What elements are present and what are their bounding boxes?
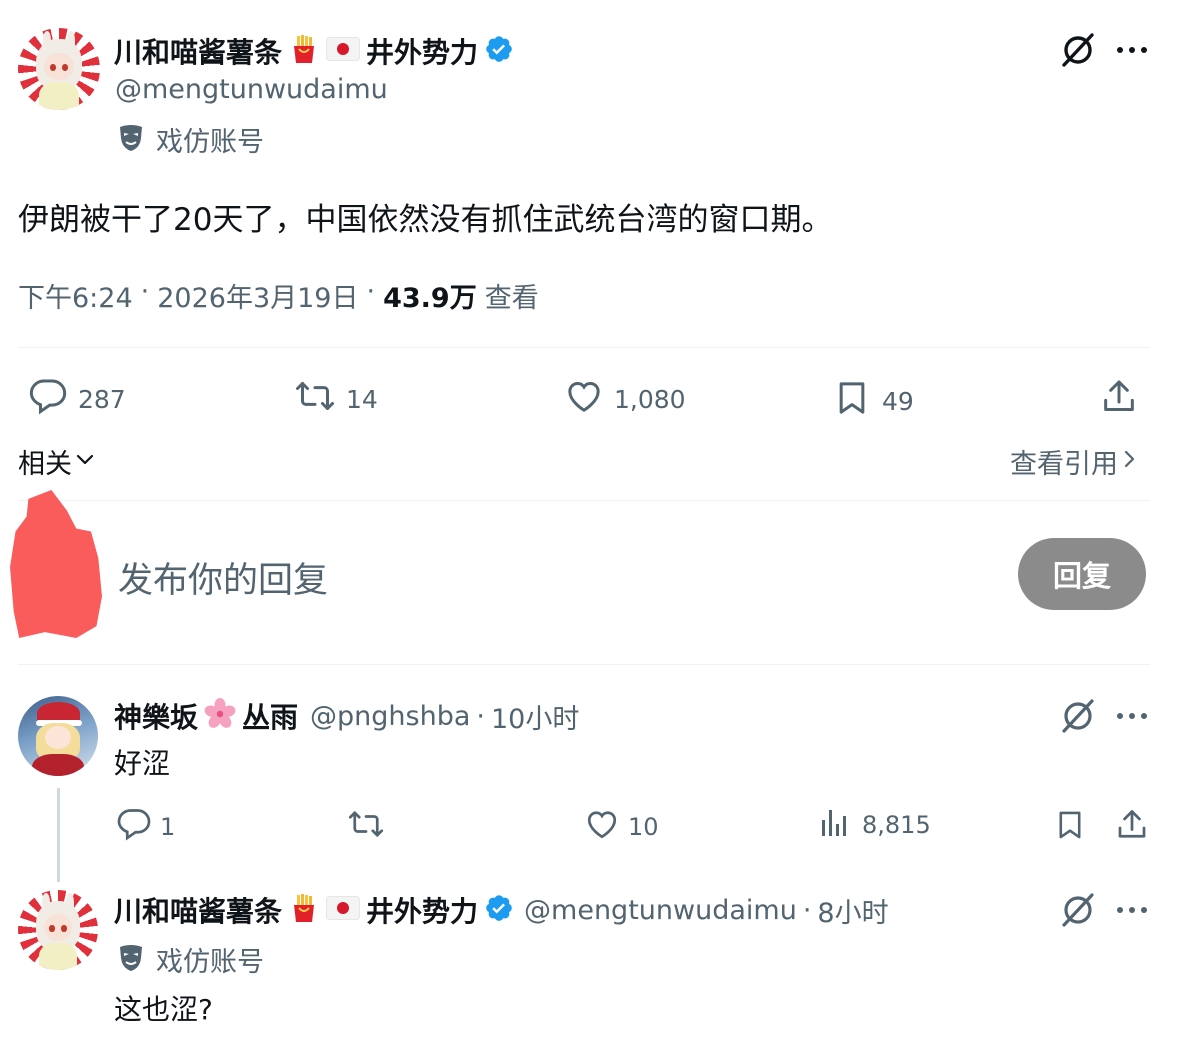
retweet-icon	[346, 806, 386, 848]
more-icon[interactable]	[1110, 30, 1154, 70]
like-icon	[564, 376, 604, 422]
thread-line	[57, 788, 60, 882]
bookmark-count: 49	[882, 386, 914, 416]
reply-text: 好涩	[114, 747, 171, 780]
divider	[18, 347, 1150, 348]
verified-badge-icon	[484, 34, 514, 68]
redacted-avatar	[10, 490, 102, 638]
japan-flag-icon	[326, 896, 361, 924]
related-label: 相关	[18, 449, 72, 480]
reply-time[interactable]: 8小时	[817, 891, 888, 930]
bookmark-action[interactable]: 49	[832, 376, 914, 426]
chevron-down-icon	[74, 446, 96, 477]
author-name-row[interactable]: 川和喵酱薯条 井外势力	[114, 32, 514, 70]
reply-handle[interactable]: @pnghshba	[310, 701, 470, 732]
fries-icon	[288, 892, 320, 928]
parody-mask-icon	[118, 944, 144, 976]
tweet-time[interactable]: 下午6:24	[18, 276, 133, 315]
view-quotes-label: 查看引用	[1010, 449, 1118, 480]
like-icon	[584, 806, 620, 848]
divider	[18, 500, 1150, 501]
parody-label: 戏仿账号	[118, 940, 264, 979]
view-quotes-link[interactable]: 查看引用	[1010, 442, 1140, 481]
reply-composer-input[interactable]: 发布你的回复	[118, 552, 328, 603]
parody-mask-icon	[118, 124, 144, 156]
reply-handle[interactable]: @mengtunwudaimu	[524, 895, 797, 926]
bookmark-icon[interactable]	[1050, 804, 1090, 846]
like-count: 1,080	[614, 384, 686, 414]
grok-icon[interactable]	[1056, 888, 1100, 932]
reply-name-suffix[interactable]: 丛雨	[242, 696, 298, 736]
author-display-name[interactable]: 川和喵酱薯条	[114, 31, 282, 71]
parody-label: 戏仿账号	[118, 120, 264, 159]
like-action[interactable]: 10	[584, 806, 659, 848]
parody-label-text: 戏仿账号	[156, 947, 264, 978]
reply-action[interactable]: 1	[116, 806, 175, 848]
fries-icon	[288, 33, 320, 69]
reply-action[interactable]: 287	[28, 376, 126, 422]
author-avatar[interactable]	[18, 28, 100, 110]
reply-text: 这也涩?	[114, 993, 213, 1026]
japan-flag-icon	[326, 37, 361, 65]
reply-icon	[116, 806, 152, 848]
share-icon[interactable]	[1110, 804, 1154, 846]
related-dropdown[interactable]: 相关	[18, 442, 96, 481]
reply-header: 神樂坂 丛雨 @pnghshba · 10小时	[114, 696, 579, 736]
view-count: 43.9万	[383, 283, 477, 314]
reply-count: 1	[160, 813, 176, 841]
views-icon	[820, 806, 850, 844]
retweet-count: 14	[346, 384, 378, 414]
tweet-meta: 下午6:24 · 2026年3月19日 · 43.9万 查看	[18, 276, 539, 315]
meta-separator: ·	[140, 276, 150, 307]
retweet-action[interactable]: 14	[294, 376, 378, 422]
more-icon[interactable]	[1110, 696, 1154, 736]
author-name-suffix[interactable]: 井外势力	[366, 31, 478, 71]
meta-separator: ·	[476, 700, 485, 732]
like-action[interactable]: 1,080	[564, 376, 686, 422]
reply-header: 川和喵酱薯条 井外势力 @mengtunwudaimu · 8小时	[114, 890, 889, 930]
reply-avatar[interactable]	[18, 696, 98, 776]
bookmark-icon	[832, 376, 872, 426]
divider	[18, 664, 1150, 665]
grok-icon[interactable]	[1056, 28, 1100, 72]
cherry-blossom-icon	[204, 698, 236, 734]
reply-icon	[28, 376, 68, 422]
retweet-action[interactable]	[346, 806, 396, 848]
reply-display-name[interactable]: 神樂坂	[114, 696, 198, 736]
like-count: 10	[628, 813, 659, 841]
verified-badge-icon	[484, 893, 514, 927]
grok-icon[interactable]	[1056, 694, 1100, 738]
tweet-date[interactable]: 2026年3月19日	[157, 276, 358, 315]
reply-display-name[interactable]: 川和喵酱薯条	[114, 890, 282, 930]
author-handle[interactable]: @mengtunwudaimu	[115, 74, 388, 105]
view-label: 查看	[484, 283, 539, 314]
reply-button[interactable]: 回复	[1018, 538, 1146, 610]
retweet-icon	[294, 376, 336, 422]
reply-avatar[interactable]	[18, 890, 98, 970]
reply-time[interactable]: 10小时	[491, 697, 579, 736]
share-icon[interactable]	[1096, 374, 1142, 420]
views-action[interactable]: 8,815	[820, 806, 931, 844]
reply-count: 287	[78, 384, 126, 414]
tweet-text: 伊朗被干了20天了，中国依然没有抓住武统台湾的窗口期。	[18, 202, 833, 238]
parody-label-text: 戏仿账号	[156, 127, 264, 158]
meta-separator: ·	[802, 894, 812, 926]
more-icon[interactable]	[1110, 890, 1154, 930]
chevron-right-icon	[1120, 446, 1140, 477]
reply-name-suffix[interactable]: 井外势力	[366, 890, 478, 930]
views-count: 8,815	[862, 811, 931, 839]
meta-separator: ·	[366, 276, 376, 307]
